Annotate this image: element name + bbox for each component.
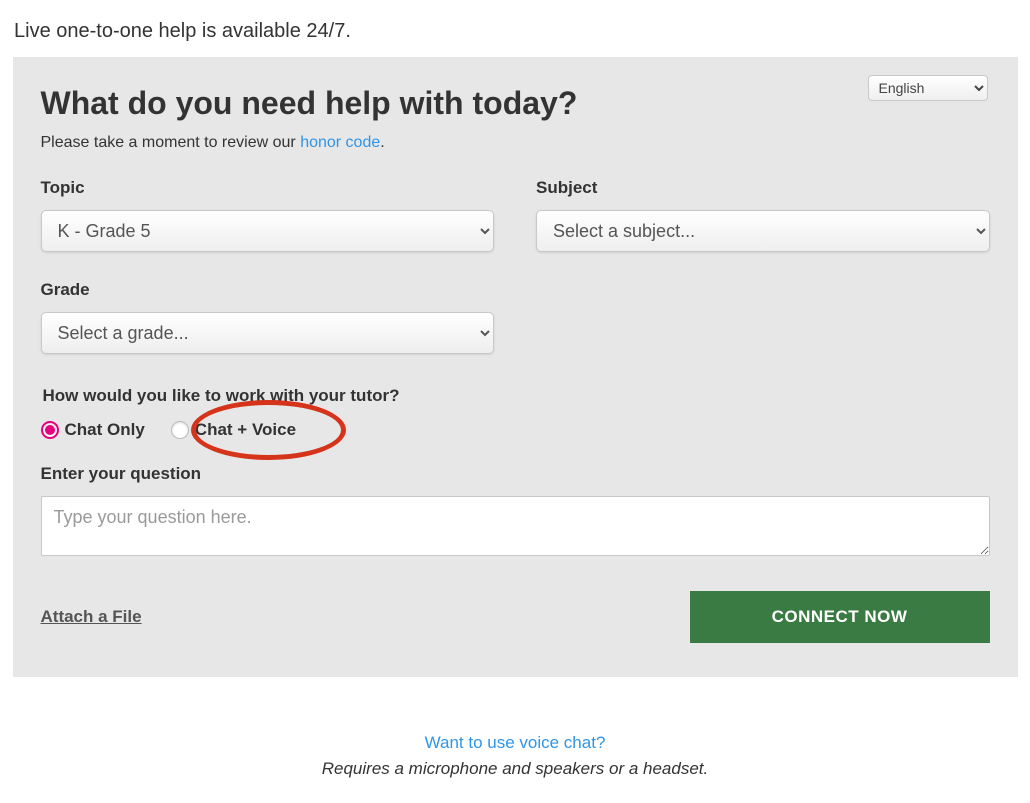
attach-file-link[interactable]: Attach a File — [41, 607, 142, 627]
question-textarea[interactable] — [41, 496, 990, 556]
form-panel: English What do you need help with today… — [13, 57, 1018, 677]
page-title: What do you need help with today? — [41, 85, 990, 122]
honor-code-line: Please take a moment to review our honor… — [41, 134, 990, 152]
question-label: Enter your question — [41, 464, 990, 484]
topic-select[interactable]: K - Grade 5 — [41, 210, 495, 252]
subject-col: Subject Select a subject... — [536, 178, 990, 252]
subline-suffix: . — [380, 134, 384, 151]
footer: Want to use voice chat? Requires a micro… — [13, 733, 1018, 803]
radio-chat-only-label: Chat Only — [65, 420, 145, 440]
tutor-mode-question: How would you like to work with your tut… — [43, 386, 990, 406]
connect-now-button[interactable]: CONNECT NOW — [690, 591, 990, 643]
form-bottom-row: Attach a File CONNECT NOW — [41, 591, 990, 643]
intro-text: Live one-to-one help is available 24/7. — [14, 20, 1016, 43]
radio-chat-voice-label: Chat + Voice — [195, 420, 296, 440]
subline-prefix: Please take a moment to review our — [41, 134, 301, 151]
grade-select[interactable]: Select a grade... — [41, 312, 495, 354]
radio-icon-selected — [41, 421, 59, 439]
topic-subject-row: Topic K - Grade 5 Subject Select a subje… — [41, 178, 990, 252]
topic-col: Topic K - Grade 5 — [41, 178, 495, 252]
radio-icon-unselected — [171, 421, 189, 439]
tutor-mode-radio-group: Chat Only Chat + Voice — [41, 420, 990, 440]
subject-select[interactable]: Select a subject... — [536, 210, 990, 252]
radio-chat-voice[interactable]: Chat + Voice — [171, 420, 296, 440]
voice-chat-link[interactable]: Want to use voice chat? — [425, 733, 606, 752]
page: Live one-to-one help is available 24/7. … — [0, 0, 1030, 803]
language-select-wrap: English — [868, 75, 988, 101]
grade-label: Grade — [41, 280, 495, 300]
footer-note: Requires a microphone and speakers or a … — [13, 759, 1018, 779]
grade-col: Grade Select a grade... — [41, 280, 495, 354]
subject-label: Subject — [536, 178, 990, 198]
radio-chat-only[interactable]: Chat Only — [41, 420, 145, 440]
honor-code-link[interactable]: honor code — [300, 134, 380, 151]
topic-label: Topic — [41, 178, 495, 198]
language-select[interactable]: English — [868, 75, 988, 101]
